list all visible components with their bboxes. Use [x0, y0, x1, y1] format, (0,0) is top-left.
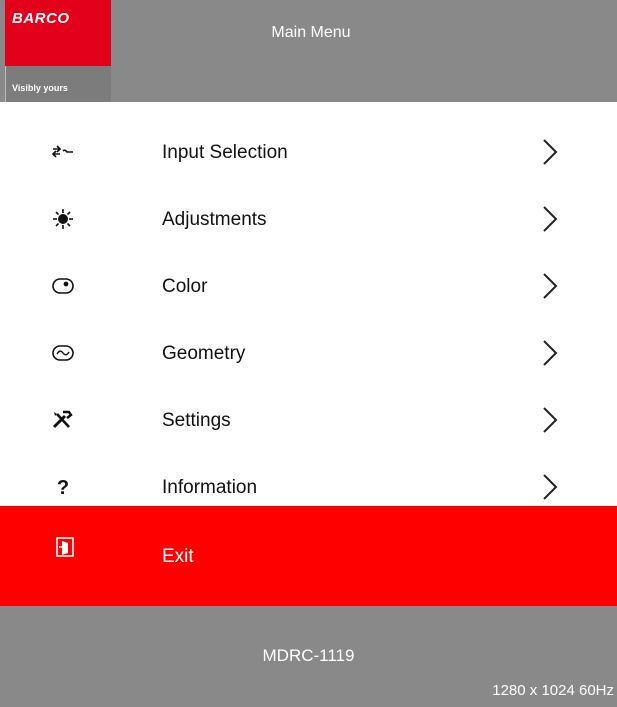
model-name: MDRC-1119	[262, 646, 355, 665]
svg-text:?: ?	[57, 477, 69, 498]
chevron-right-icon	[543, 407, 558, 433]
logo-tagline: Visibly yours	[12, 83, 68, 93]
menu-item-label: Exit	[162, 546, 194, 567]
menu-item-label: Input Selection	[162, 142, 288, 163]
menu-item-adjustments[interactable]: Adjustments	[0, 187, 617, 254]
chevron-right-icon	[543, 139, 558, 165]
logo-tagline-block: Visibly yours	[5, 66, 111, 102]
barco-logo: BARCO Visibly yours	[5, 0, 111, 102]
exit-door-icon	[52, 534, 78, 560]
menu-item-label: Information	[162, 477, 258, 498]
footer-bar: MDRC-1119 1280 x 1024 60Hz	[0, 606, 617, 707]
chevron-right-icon	[543, 206, 558, 232]
menu-item-label: Color	[162, 276, 208, 297]
menu-item-settings[interactable]: Settings	[0, 388, 617, 455]
chevron-right-icon	[543, 273, 558, 299]
resolution-readout: 1280 x 1024 60Hz	[492, 682, 614, 699]
question-icon: ?	[50, 474, 76, 500]
color-icon	[50, 273, 76, 299]
menu-item-geometry[interactable]: Geometry	[0, 321, 617, 388]
header-bar: BARCO Visibly yours Main Menu	[0, 0, 617, 102]
chevron-right-icon	[543, 340, 558, 366]
logo-wordmark: BARCO	[12, 10, 70, 27]
menu-title: Main Menu	[271, 24, 351, 41]
menu-item-label: Adjustments	[162, 209, 267, 230]
settings-tools-icon	[50, 407, 76, 433]
menu-item-color[interactable]: Color	[0, 254, 617, 321]
brightness-icon	[50, 206, 76, 232]
menu-item-input-selection[interactable]: Input Selection	[0, 120, 617, 187]
geometry-icon	[50, 340, 76, 366]
menu-item-label: Geometry	[162, 343, 246, 364]
menu-item-label: Settings	[162, 410, 231, 431]
chevron-right-icon	[543, 474, 558, 500]
logo-red-block: BARCO	[5, 0, 111, 66]
input-selection-icon	[50, 139, 76, 165]
menu-item-exit[interactable]: Exit	[0, 506, 617, 606]
